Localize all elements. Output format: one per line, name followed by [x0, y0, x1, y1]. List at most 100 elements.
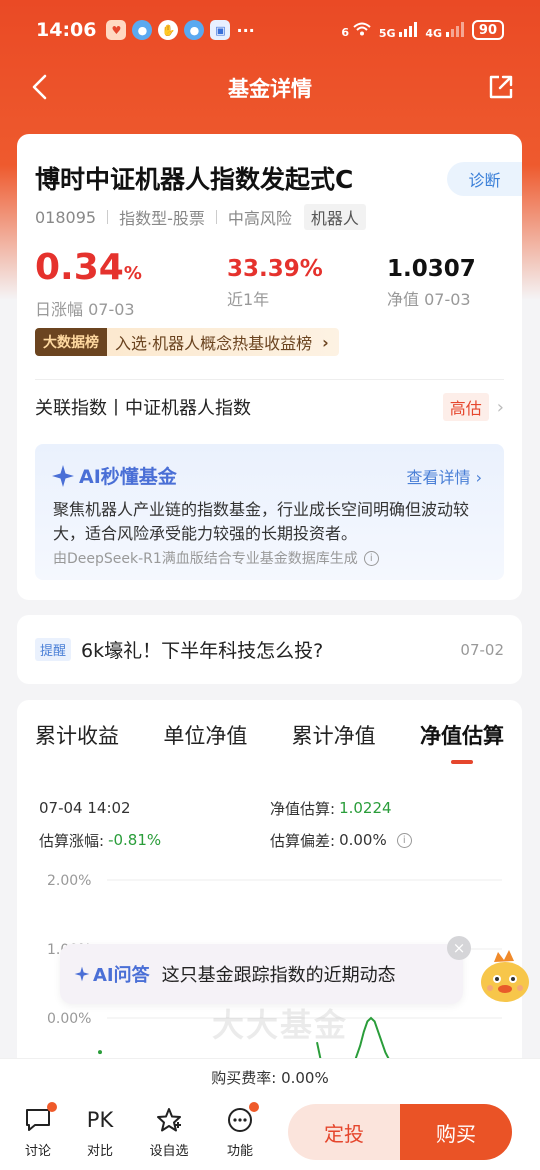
fund-meta: 018095 指数型-股票 中高风险 机器人 — [35, 204, 366, 230]
info-icon[interactable]: i — [396, 832, 412, 848]
ai-question-text: 这只基金跟踪指数的近期动态 — [161, 965, 396, 986]
fund-code: 018095 — [35, 207, 97, 227]
functions-button[interactable]: 功能 — [215, 1102, 265, 1159]
fund-name: 博时中证机器人指数发起式C — [35, 165, 354, 194]
status-bar: 14:06 ♥ ● ✋ ● ▣ ··· 6 5G 4G 90 — [0, 0, 540, 60]
watchlist-label: 设自选 — [149, 1144, 189, 1159]
ai-details-text: 查看详情 — [406, 468, 471, 487]
rank-text: 入选·机器人概念热基收益榜 — [115, 334, 313, 353]
ai-details-link[interactable]: 查看详情 › — [406, 464, 482, 488]
tab-unit-nav[interactable]: 单位净值 — [163, 720, 247, 764]
nav-stat: 1.0307 净值 07-03 — [387, 252, 476, 310]
year-change-label: 近1年 — [227, 290, 270, 309]
estimate-info: 07-04 14:02 净值估算: 1.0224 估算涨幅: -0.81% 估算偏差… — [39, 792, 504, 856]
sparkle-icon — [52, 464, 74, 487]
divider — [107, 210, 109, 224]
y-tick-label: 2.00% — [47, 873, 91, 889]
est-change-value: -0.81% — [108, 831, 162, 849]
est-change-label: 估算涨幅: — [39, 831, 105, 850]
ai-qa-label: AI问答 — [74, 961, 150, 987]
chevron-right-icon: › — [475, 468, 482, 487]
ai-question-bubble[interactable]: AI问答 这只基金跟踪指数的近期动态 × — [60, 936, 471, 1004]
nav-value: 1.0307 — [387, 256, 476, 282]
more-status-icon: ··· — [236, 20, 255, 40]
daily-change-number: 0.34 — [35, 247, 124, 288]
year-change-stat: 33.39% 近1年 — [227, 252, 323, 310]
ai-summary-title: AI秒懂基金 — [51, 462, 177, 489]
year-change-value: 33.39% — [227, 256, 323, 282]
rank-banner[interactable]: 大数据榜 入选·机器人概念热基收益榜 › — [35, 328, 339, 356]
pk-icon: PK — [86, 1108, 114, 1132]
signal-5g: 5G — [379, 21, 418, 40]
bottom-action-bar: 讨论 PK 对比 设自选 功能 定投 购买 — [0, 1096, 540, 1170]
chart-tabs: 累计收益 单位净值 累计净值 净值估算 — [35, 720, 504, 764]
status-time: 14:06 — [36, 19, 97, 41]
estimate-time: 07-04 14:02 — [39, 799, 131, 817]
daily-change-stat: 0.34% 日涨幅 07-03 — [35, 246, 142, 320]
rank-tag: 大数据榜 — [35, 328, 107, 356]
functions-label: 功能 — [226, 1144, 253, 1159]
daily-change-unit: % — [123, 263, 142, 284]
diagnose-button[interactable]: 诊断 — [447, 162, 522, 196]
hand-app-icon: ✋ — [158, 20, 179, 40]
fund-type: 指数型-股票 — [119, 209, 205, 228]
status-right: 6 5G 4G 90 — [341, 20, 504, 40]
notification-dot — [249, 1102, 259, 1112]
discuss-label: 讨论 — [24, 1144, 51, 1159]
divider — [35, 379, 504, 380]
purchase-fee: 购买费率: 0.00% — [0, 1058, 540, 1096]
theme-tag[interactable]: 机器人 — [303, 204, 366, 230]
ai-summary-box[interactable]: AI秒懂基金 查看详情 › 聚焦机器人产业链的指数基金，行业成长空间明确但波动较… — [35, 444, 504, 580]
tab-cumulative-nav[interactable]: 累计净值 — [292, 720, 376, 764]
close-icon[interactable]: × — [447, 936, 471, 960]
valuation-tag: 高估 — [442, 393, 489, 421]
add-watchlist-button[interactable]: 设自选 — [144, 1104, 194, 1159]
notice-text: 6k壕礼！下半年科技怎么投? — [81, 640, 324, 662]
share-icon[interactable] — [486, 72, 516, 102]
daily-change-label: 日涨幅 07-03 — [35, 300, 135, 319]
fund-risk: 中高风险 — [227, 209, 292, 228]
divider — [215, 210, 217, 224]
y-tick-label: 0.00% — [47, 1011, 91, 1027]
deviation-value: 0.00% — [339, 831, 387, 849]
chevron-right-icon: › — [496, 396, 504, 418]
chat-app-icon: ● — [132, 20, 153, 40]
notice-date: 07-02 — [460, 640, 504, 659]
sparkle-icon — [74, 966, 90, 982]
back-arrow-icon[interactable] — [26, 72, 56, 102]
heart-app-icon: ♥ — [106, 20, 127, 40]
doc-app-icon: ▣ — [210, 20, 231, 40]
page-title: 基金详情 — [228, 77, 312, 101]
ai-summary-body: 聚焦机器人产业链的指数基金，行业成长空间明确但波动较大，适合风险承受能力较强的长… — [53, 500, 470, 543]
nav-est-label: 净值估算: — [270, 799, 336, 818]
wifi-icon: 6 — [341, 22, 371, 39]
nav-bar: 基金详情 — [0, 60, 540, 116]
notification-dot — [47, 1102, 57, 1112]
discuss-button[interactable]: 讨论 — [13, 1102, 63, 1159]
compare-button[interactable]: PK 对比 — [75, 1104, 125, 1159]
battery-level: 90 — [478, 22, 497, 38]
net2-label: 4G — [425, 26, 443, 40]
battery-icon: 90 — [471, 20, 504, 40]
notice-card[interactable]: 提醒 6k壕礼！下半年科技怎么投? 07-02 — [17, 615, 522, 684]
fund-summary-card: 博时中证机器人指数发起式C 诊断 018095 指数型-股票 中高风险 机器人 … — [17, 134, 522, 600]
watermark-text: 大大基金 — [212, 1006, 349, 1044]
more-functions-icon — [215, 1102, 265, 1136]
signal-bars-icon-2 — [445, 21, 464, 37]
star-icon — [144, 1104, 194, 1136]
signal-bars-icon — [399, 21, 418, 37]
tab-cumulative-return[interactable]: 累计收益 — [35, 720, 119, 764]
buy-button[interactable]: 购买 — [400, 1104, 512, 1160]
fixed-investment-button[interactable]: 定投 — [288, 1104, 400, 1160]
daily-change-value: 0.34% — [35, 246, 142, 296]
info-icon[interactable]: i — [363, 550, 379, 566]
ai-source: 由DeepSeek-R1满血版结合专业基金数据库生成 i — [53, 548, 379, 568]
deviation-label: 估算偏差: — [270, 831, 336, 850]
net1-label: 5G — [378, 26, 396, 40]
ai-qa-key: AI问答 — [93, 965, 150, 986]
related-index-row[interactable]: 关联指数丨中证机器人指数 高估 › — [35, 392, 504, 422]
mascot-icon[interactable] — [474, 946, 536, 1008]
tab-nav-estimate[interactable]: 净值估算 — [420, 720, 504, 764]
comment-icon — [13, 1102, 63, 1136]
notice-tag: 提醒 — [35, 638, 72, 661]
